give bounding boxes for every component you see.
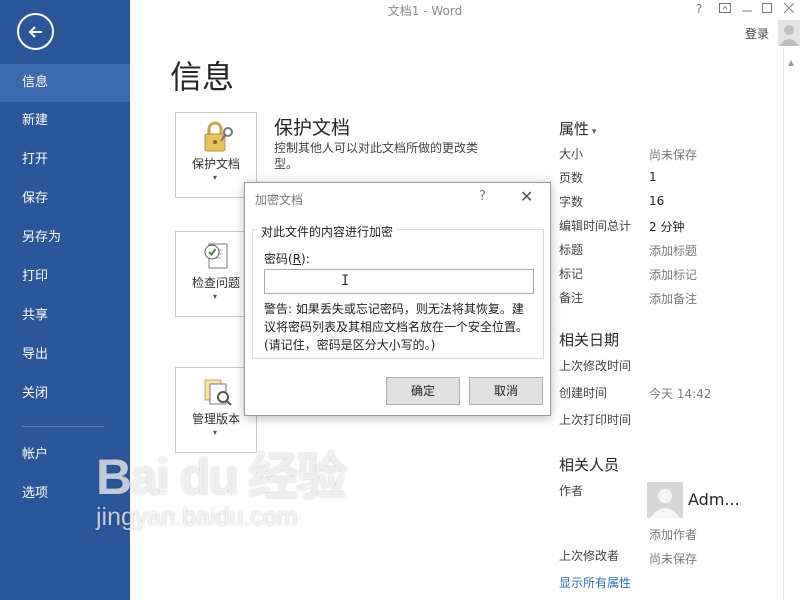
prop-label: 创建时间 <box>559 386 608 400</box>
baidu-watermark: Bai du 经验 jingyan.baidu.com <box>96 449 347 532</box>
scroll-up-icon[interactable]: ▲ <box>788 58 794 67</box>
dialog-help-button[interactable]: ? <box>479 189 486 204</box>
author-avatar-icon <box>647 482 683 518</box>
properties-heading[interactable]: 属性 ▾ <box>559 118 596 139</box>
back-arrow-icon <box>28 26 42 38</box>
prop-label: 大小 <box>559 147 584 161</box>
prop-value: 今天 14:42 <box>649 387 712 401</box>
prop-label: 标题 <box>559 243 584 257</box>
inspect-document-icon <box>204 243 228 269</box>
nav-save-as[interactable]: 另存为 <box>0 219 130 257</box>
prop-label: 编辑时间总计 <box>559 219 632 233</box>
chevron-down-icon: ▾ <box>213 173 218 182</box>
nav-print[interactable]: 打印 <box>0 258 130 296</box>
chevron-down-icon: ▾ <box>589 127 597 137</box>
prop-value: 2 分钟 <box>649 220 685 234</box>
nav-info[interactable]: 信息 <box>0 64 130 102</box>
author-label: 作者 <box>559 484 584 498</box>
nav-export[interactable]: 导出 <box>0 336 130 374</box>
password-label: 密码(R): <box>264 250 310 267</box>
back-button[interactable] <box>17 13 54 50</box>
watermark-url: jingyan.baidu.com <box>96 503 298 531</box>
protect-section-title: 保护文档 <box>274 117 351 139</box>
chevron-down-icon: ▾ <box>213 292 218 301</box>
user-avatar-icon[interactable] <box>778 20 800 46</box>
dialog-title: 加密文档 <box>255 193 304 207</box>
vertical-scrollbar[interactable]: ▲ <box>783 48 800 600</box>
prop-label: 上次打印时间 <box>559 413 632 427</box>
chevron-down-icon: ▾ <box>213 428 218 437</box>
show-all-properties-link[interactable]: 显示所有属性 <box>559 574 631 591</box>
nav-share[interactable]: 共享 <box>0 297 130 335</box>
password-warning: 警告: 如果丢失或忘记密码，则无法将其恢复。建议将密码列表及其相应文档名放在一个… <box>264 302 529 352</box>
cancel-button[interactable]: 取消 <box>469 377 543 405</box>
manage-versions-icon <box>204 379 232 406</box>
tile-label: 保护文档 <box>191 157 240 171</box>
add-title-field[interactable]: 添加标题 <box>649 242 697 259</box>
prop-value: 16 <box>649 194 665 208</box>
prop-label: 页数 <box>559 171 584 185</box>
last-modified-by-value: 尚未保存 <box>649 552 698 566</box>
related-dates-heading: 相关日期 <box>559 331 620 349</box>
ok-button[interactable]: 确定 <box>386 377 460 405</box>
nav-divider <box>22 426 104 427</box>
nav-new[interactable]: 新建 <box>0 102 130 140</box>
password-label-key: R <box>292 252 302 266</box>
page-title: 信息 <box>170 58 235 96</box>
watermark-brand: Bai du 经验 <box>96 449 347 505</box>
ribbon-display-icon[interactable] <box>716 2 734 16</box>
password-label-post: ): <box>301 252 310 266</box>
prop-value: 尚未保存 <box>649 148 698 162</box>
add-author-link[interactable]: 添加作者 <box>649 526 697 543</box>
encrypt-document-dialog: 加密文档 ? ✕ 对此文件的内容进行加密 密码(R): I 警告: 如果丢失或忘… <box>244 182 551 416</box>
last-modified-by-label: 上次修改者 <box>559 549 620 563</box>
nav-save[interactable]: 保存 <box>0 180 130 218</box>
add-comments-field[interactable]: 添加备注 <box>649 290 697 307</box>
sign-in-link[interactable]: 登录 <box>745 25 769 42</box>
help-button[interactable]: ? <box>690 2 708 16</box>
prop-value: 1 <box>649 170 657 184</box>
prop-label: 标记 <box>559 267 584 281</box>
text-cursor-icon: I <box>341 273 350 289</box>
minimize-icon[interactable] <box>738 2 756 16</box>
prop-label: 上次修改时间 <box>559 359 632 373</box>
close-window-icon[interactable] <box>780 2 798 16</box>
add-tags-field[interactable]: 添加标记 <box>649 266 697 283</box>
password-input[interactable] <box>264 269 534 294</box>
nav-close[interactable]: 关闭 <box>0 375 130 413</box>
window-title: 文档1 - Word <box>387 4 463 18</box>
close-icon[interactable]: ✕ <box>520 187 533 206</box>
author-name[interactable]: Adm... <box>688 490 740 509</box>
group-title: 对此文件的内容进行加密 <box>257 223 398 240</box>
related-people-heading: 相关人员 <box>559 456 620 474</box>
prop-label: 备注 <box>559 291 584 305</box>
maximize-icon[interactable] <box>758 2 776 16</box>
prop-label: 字数 <box>559 195 584 209</box>
lock-key-icon <box>204 121 233 152</box>
nav-open[interactable]: 打开 <box>0 141 130 179</box>
password-label-pre: 密码( <box>264 252 293 266</box>
protect-section-description: 控制其他人可以对此文档所做的更改类型。 <box>274 141 479 171</box>
properties-heading-label: 属性 <box>559 120 590 138</box>
